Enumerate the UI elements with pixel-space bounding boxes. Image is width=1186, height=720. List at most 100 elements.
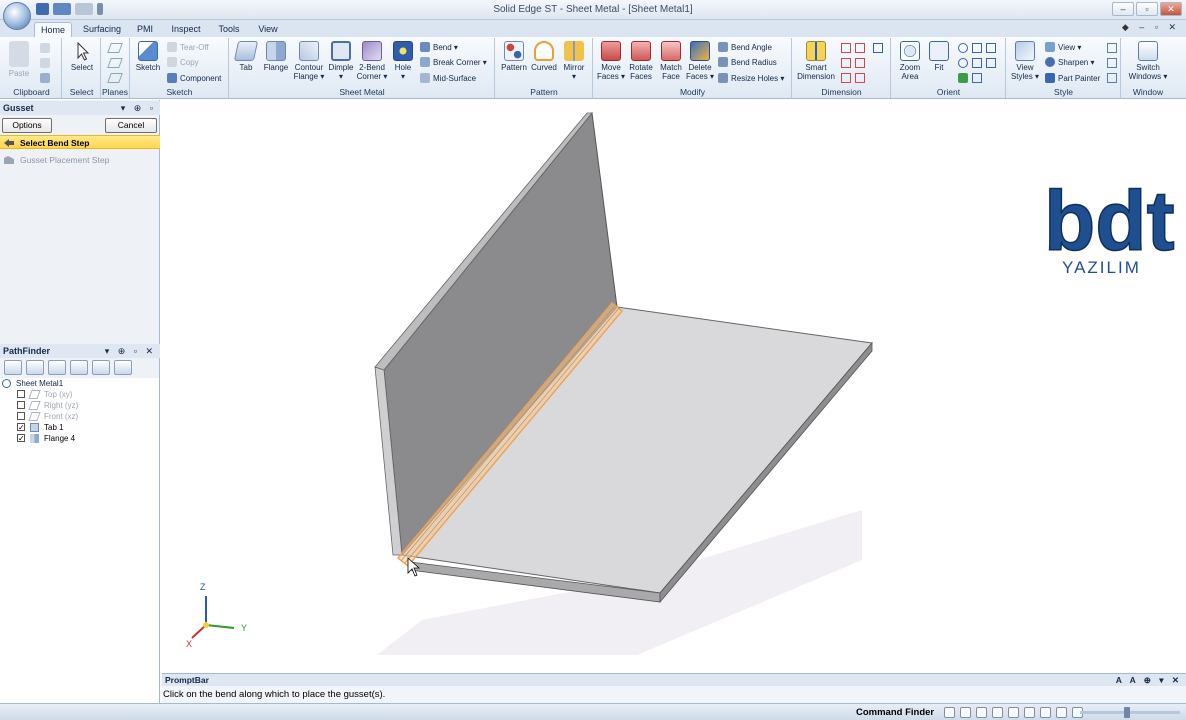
step-gusset-placement[interactable]: Gusset Placement Step [0, 153, 160, 167]
pan-view-icon[interactable] [976, 707, 987, 718]
rotate-faces-button[interactable]: Rotate Faces [626, 41, 656, 81]
rotate-view-icon[interactable] [1024, 707, 1035, 718]
zoom-in-icon[interactable] [1008, 707, 1019, 718]
view-styles-button[interactable]: View Styles ▾ [1009, 41, 1041, 81]
shaded-view-icon[interactable] [1040, 707, 1051, 718]
format-painter-icon[interactable] [40, 73, 50, 83]
document-window-controls[interactable]: ◆ – ▫ ✕ [1122, 22, 1180, 33]
graphics-window[interactable]: Z Y X bdt YAZILIM [162, 100, 1186, 670]
command-finder[interactable]: Command Finder [856, 707, 934, 718]
fit-view-icon[interactable] [992, 707, 1003, 718]
zoom-window-icon[interactable] [960, 707, 971, 718]
tab-inspect[interactable]: Inspect [166, 22, 206, 37]
fit-button[interactable]: Fit [926, 41, 952, 72]
maximize-button[interactable]: ▫ [1136, 2, 1158, 16]
cut-icon[interactable] [40, 43, 50, 53]
hole-button[interactable]: Hole ▾ [389, 41, 417, 81]
mirror-button[interactable]: Mirror ▾ [559, 41, 589, 81]
pathfinder-assembly-icon[interactable] [48, 360, 66, 375]
tab-surfacing[interactable]: Surfacing [80, 22, 124, 37]
tab-home[interactable]: Home [34, 22, 72, 37]
gusset-panel-controls[interactable]: ▾ ⊕ ▫ [121, 101, 156, 115]
symmetric-diameter-icon[interactable] [873, 43, 883, 53]
mid-surface-button[interactable]: Mid-Surface [420, 73, 476, 84]
zoom-slider-thumb[interactable] [1124, 707, 1130, 718]
pan-icon[interactable] [972, 43, 982, 53]
zoom-icon[interactable] [958, 43, 968, 53]
prompt-bar-controls[interactable]: A A ⊕ ▾ ✕ [1116, 674, 1182, 686]
select-button[interactable]: Select [67, 41, 97, 72]
coordinate-dimension-icon[interactable] [841, 58, 851, 68]
match-face-button[interactable]: Match Face [656, 41, 686, 81]
sharpen-button[interactable]: Sharpen ▾ [1045, 57, 1095, 68]
spin-about-icon[interactable] [972, 58, 982, 68]
dimple-button[interactable]: Dimple ▾ [326, 41, 356, 81]
step-select-bend[interactable]: Select Bend Step [0, 135, 160, 149]
bend-button[interactable]: Bend ▾ [420, 42, 458, 53]
sketch-button[interactable]: Sketch [133, 41, 163, 72]
display-icon[interactable] [1107, 73, 1117, 83]
angular-coordinate-icon[interactable] [855, 58, 865, 68]
angle-between-icon[interactable] [855, 43, 865, 53]
copy-icon[interactable] [40, 58, 50, 68]
tear-off-button[interactable]: Tear-Off [167, 42, 209, 53]
pathfinder-layers-icon[interactable] [70, 360, 88, 375]
relationship-icon[interactable] [841, 73, 851, 83]
bend-angle-button[interactable]: Bend Angle [718, 42, 772, 53]
relationship-handle-icon[interactable] [855, 73, 865, 83]
pattern-button[interactable]: Pattern [498, 41, 530, 72]
paste-button[interactable]: Paste [4, 41, 34, 78]
tab-feature-button[interactable]: Tab [232, 41, 260, 72]
bend-radius-button[interactable]: Bend Radius [718, 57, 777, 68]
switch-windows-button[interactable]: Switch Windows ▾ [1126, 41, 1170, 81]
pathfinder-library-icon[interactable] [114, 360, 132, 375]
pathfinder-feature-tree-icon[interactable] [4, 360, 22, 375]
visibility-checkbox[interactable] [17, 390, 25, 398]
visibility-checkbox[interactable]: ✓ [17, 423, 25, 432]
options-button[interactable]: Options [2, 118, 52, 133]
break-corner-button[interactable]: Break Corner ▾ [420, 57, 487, 68]
view-button[interactable]: View ▾ [1045, 42, 1081, 53]
rotate-icon[interactable] [958, 58, 968, 68]
move-faces-button[interactable]: Move Faces ▾ [596, 41, 626, 81]
view-orientation-icon[interactable] [986, 58, 996, 68]
view-orient-icon[interactable] [1056, 707, 1067, 718]
visibility-checkbox[interactable] [17, 412, 25, 420]
group-label: Dimension [821, 87, 862, 97]
tab-tools[interactable]: Tools [212, 22, 246, 37]
contour-flange-button[interactable]: Contour Flange ▾ [292, 41, 326, 81]
minimize-button[interactable]: – [1112, 2, 1134, 16]
flange-button[interactable]: Flange [261, 41, 291, 72]
refresh-icon[interactable] [944, 707, 955, 718]
distance-between-icon[interactable] [841, 43, 851, 53]
zoom-previous-icon[interactable] [986, 43, 996, 53]
zoom-slider-track[interactable] [1080, 711, 1180, 714]
pathfinder-sensors-icon[interactable] [92, 360, 110, 375]
copy-sketch-button[interactable]: Copy [167, 57, 199, 68]
plane-normal-icon[interactable] [107, 73, 123, 83]
pathfinder-controls[interactable]: ▾ ⊕ ▫ ✕ [105, 344, 156, 358]
zoom-area-button[interactable]: Zoom Area [895, 41, 925, 81]
pathfinder-relations-icon[interactable] [26, 360, 44, 375]
curved-pattern-button[interactable]: Curved [529, 41, 559, 72]
named-views-icon[interactable] [972, 73, 982, 83]
plane-icon[interactable] [107, 43, 123, 53]
two-bend-corner-button[interactable]: 2-Bend Corner ▾ [356, 41, 388, 81]
shading-icon[interactable] [1107, 43, 1117, 53]
visibility-checkbox[interactable]: ✓ [17, 434, 25, 443]
cancel-button[interactable]: Cancel [105, 118, 157, 133]
model-view[interactable]: Z Y X bdt YAZILIM [162, 100, 1186, 670]
lighting-icon[interactable] [1107, 58, 1117, 68]
component-button[interactable]: Component [167, 73, 221, 84]
delete-faces-button[interactable]: Delete Faces ▾ [685, 41, 715, 81]
smart-dimension-button[interactable]: Smart Dimension [795, 41, 837, 81]
visibility-checkbox[interactable] [17, 401, 25, 409]
resize-holes-button[interactable]: Resize Holes ▾ [718, 73, 784, 84]
tab-view[interactable]: View [253, 22, 283, 37]
sketch-view-icon[interactable] [958, 73, 968, 83]
tab-pmi[interactable]: PMI [132, 22, 158, 37]
application-button[interactable] [3, 2, 31, 30]
plane-coincident-icon[interactable] [107, 58, 123, 68]
part-painter-button[interactable]: Part Painter [1045, 73, 1100, 84]
close-button[interactable]: ✕ [1160, 2, 1182, 16]
